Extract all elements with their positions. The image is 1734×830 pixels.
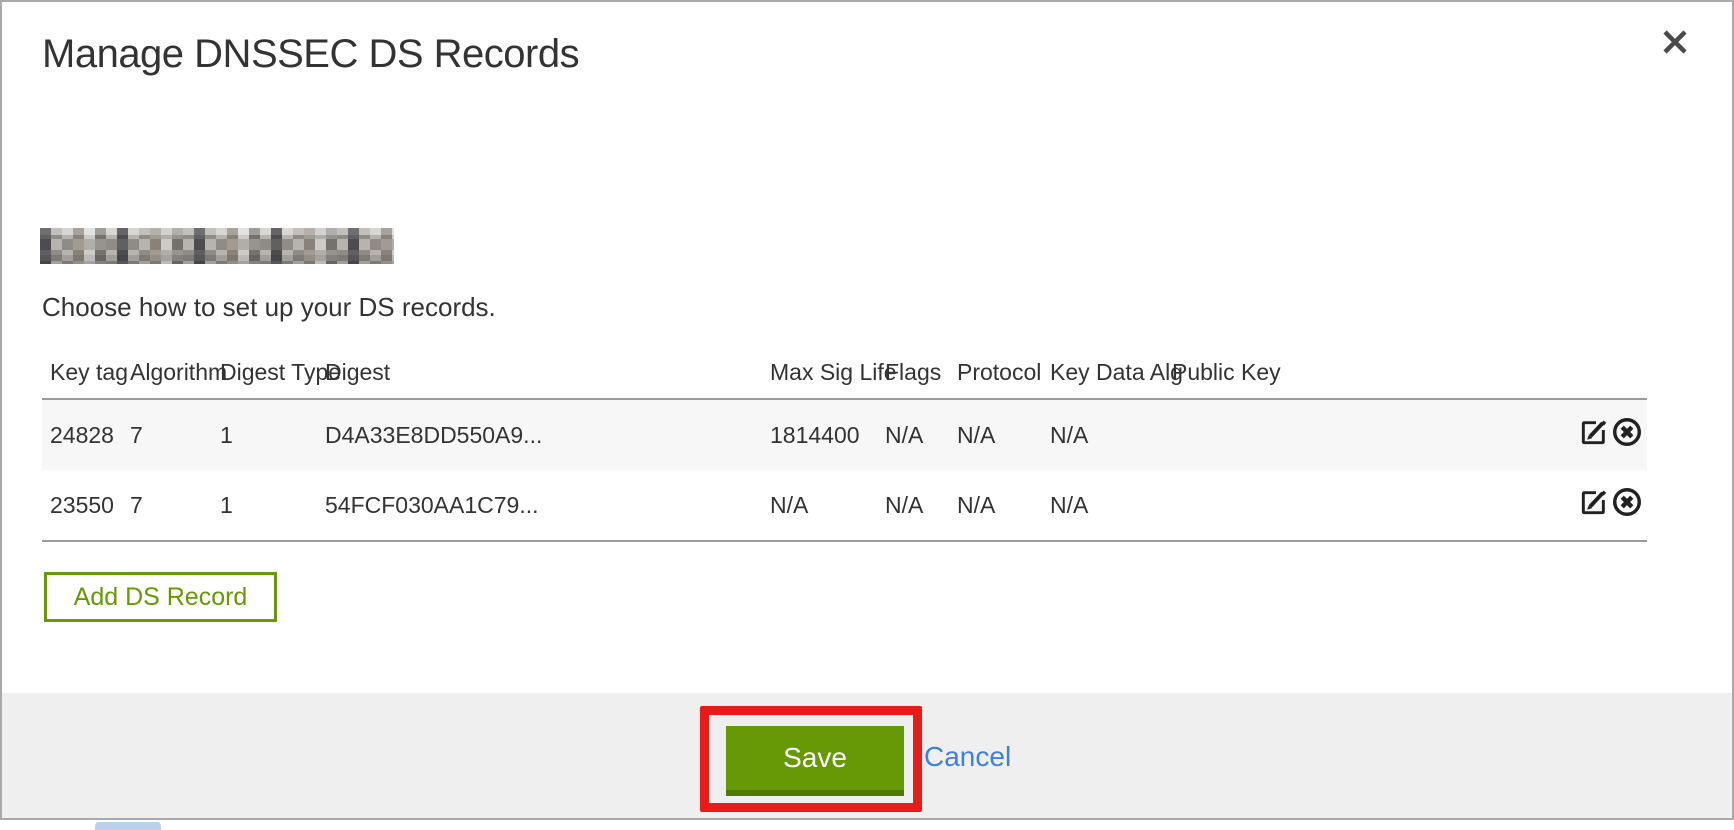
cell-key-data-alg: N/A [1042,399,1164,470]
delete-icon [1611,416,1643,451]
cell-key-tag: 23550 [42,470,122,541]
cell-public-key [1164,399,1562,470]
cancel-link[interactable]: Cancel [924,741,1011,773]
cell-digest-type: 1 [212,470,317,541]
cell-key-tag: 24828 [42,399,122,470]
cell-flags: N/A [877,470,949,541]
dialog-footer: Save Cancel [2,693,1732,818]
edit-icon [1578,486,1610,521]
table-row: 24828 7 1 D4A33E8DD550A9... 1814400 N/A … [42,399,1647,470]
col-header-key-data-alg: Key Data Alg [1042,346,1164,399]
delete-record-button[interactable] [1611,486,1643,521]
table-header-row: Key tag Algorithm Digest Type Digest Max… [42,346,1647,399]
cell-protocol: N/A [949,399,1042,470]
instruction-text: Choose how to set up your DS records. [42,292,496,323]
edit-record-button[interactable] [1578,416,1610,451]
page-title: Manage DNSSEC DS Records [42,32,579,77]
delete-record-button[interactable] [1611,416,1643,451]
cell-public-key [1164,470,1562,541]
cell-digest-type: 1 [212,399,317,470]
cell-protocol: N/A [949,470,1042,541]
ds-records-table: Key tag Algorithm Digest Type Digest Max… [42,346,1647,542]
cell-actions [1562,470,1647,541]
cell-flags: N/A [877,399,949,470]
col-header-flags: Flags [877,346,949,399]
edit-record-button[interactable] [1578,486,1610,521]
cell-key-data-alg: N/A [1042,470,1164,541]
col-header-algorithm: Algorithm [122,346,212,399]
cell-actions [1562,399,1647,470]
cell-algorithm: 7 [122,399,212,470]
col-header-protocol: Protocol [949,346,1042,399]
col-header-digest: Digest [317,346,762,399]
cell-algorithm: 7 [122,470,212,541]
close-button[interactable] [1658,26,1692,60]
close-icon [1660,27,1690,60]
delete-icon [1611,486,1643,521]
add-ds-record-button[interactable]: Add DS Record [44,572,277,622]
col-header-public-key: Public Key [1164,346,1562,399]
manage-dnssec-dialog: Manage DNSSEC DS Records Choose how to s… [0,0,1734,820]
page-behind-dialog [0,820,1734,830]
col-header-digest-type: Digest Type [212,346,317,399]
edit-icon [1578,416,1610,451]
col-header-max-sig-life: Max Sig Life [762,346,877,399]
screenshot-stage: Manage DNSSEC DS Records Choose how to s… [0,0,1734,830]
cell-digest: D4A33E8DD550A9... [317,399,762,470]
cell-max-sig-life: 1814400 [762,399,877,470]
col-header-key-tag: Key tag [42,346,122,399]
col-header-actions [1562,346,1647,399]
redacted-domain-name [40,228,394,264]
background-page-artifact [95,822,161,830]
table-row: 23550 7 1 54FCF030AA1C79... N/A N/A N/A … [42,470,1647,541]
cell-max-sig-life: N/A [762,470,877,541]
save-button[interactable]: Save [726,726,904,796]
cell-digest: 54FCF030AA1C79... [317,470,762,541]
